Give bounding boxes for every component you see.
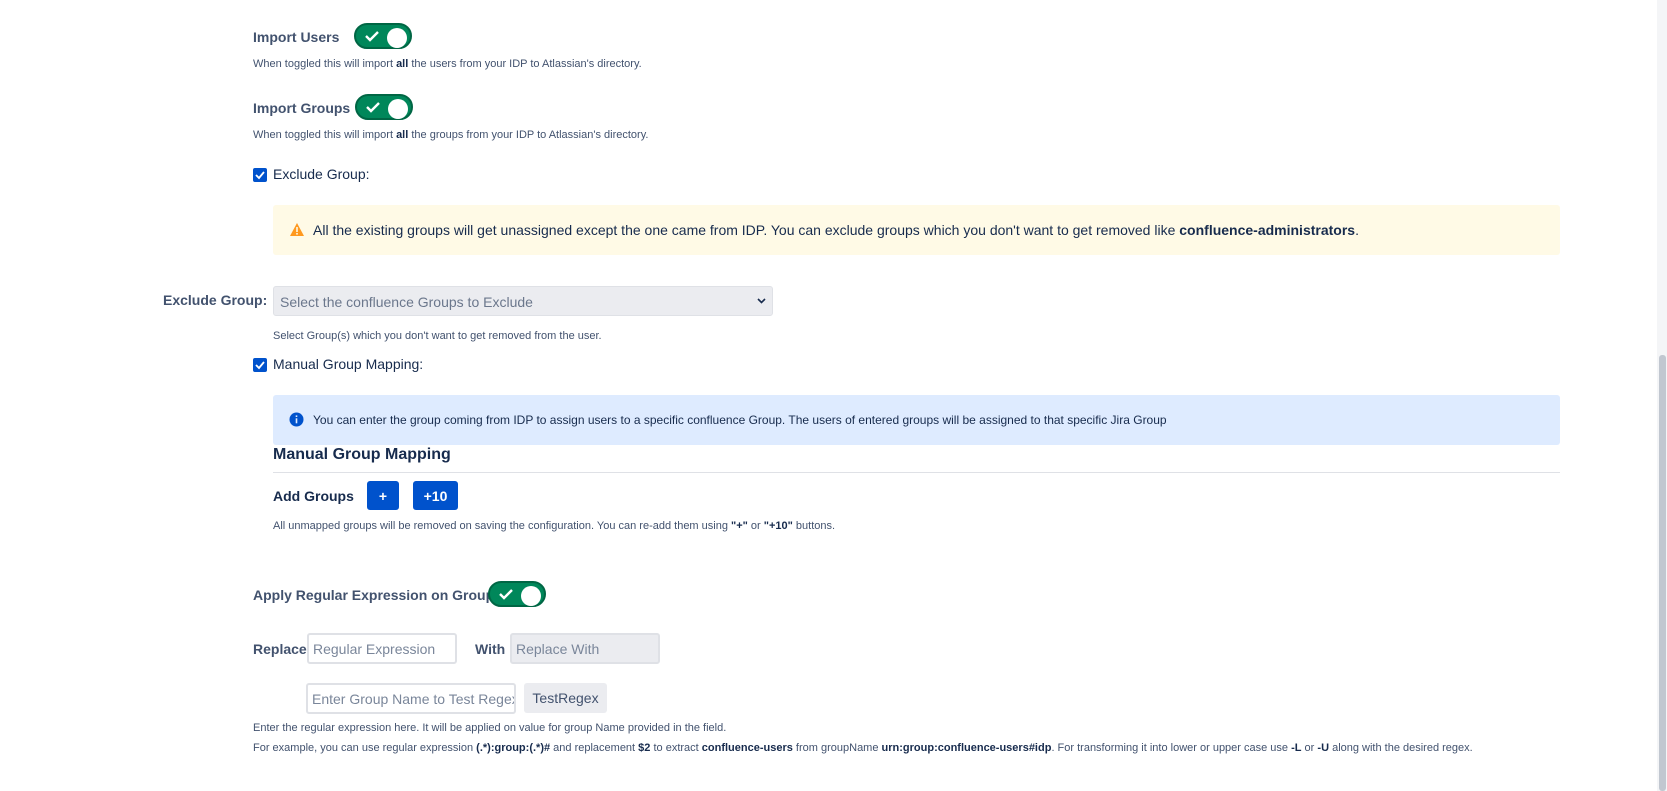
regex-help-1: Enter the regular expression here. It wi…	[253, 722, 727, 734]
info-text: You can enter the group coming from IDP …	[313, 413, 1167, 427]
info-icon	[289, 412, 304, 427]
check-icon	[366, 102, 380, 113]
exclude-group-checkbox[interactable]	[253, 168, 267, 182]
manual-mapping-checkbox-label: Manual Group Mapping:	[273, 356, 424, 372]
regex-help-2: For example, you can use regular express…	[253, 742, 1473, 754]
add-one-group-button[interactable]: +	[367, 481, 399, 510]
warning-text: All the existing groups will get unassig…	[313, 222, 1359, 238]
import-users-label: Import Users	[253, 29, 340, 45]
manual-mapping-help: All unmapped groups will be removed on s…	[273, 520, 836, 532]
check-icon	[365, 31, 379, 42]
warning-icon	[290, 223, 304, 236]
warning-panel: All the existing groups will get unassig…	[273, 205, 1560, 255]
info-panel: You can enter the group coming from IDP …	[273, 395, 1560, 445]
add-groups-label: Add Groups	[273, 488, 354, 504]
test-regex-button[interactable]: TestRegex	[524, 683, 607, 713]
heading-divider	[273, 472, 1560, 473]
replace-label: Replace	[253, 641, 307, 657]
import-users-toggle[interactable]	[354, 23, 412, 49]
manual-mapping-heading: Manual Group Mapping	[273, 446, 451, 463]
exclude-select-label: Exclude Group:	[163, 292, 268, 308]
import-users-help: When toggled this will import all the us…	[253, 58, 642, 70]
exclude-group-select[interactable]: Select the confluence Groups to Exclude	[273, 286, 773, 316]
check-icon	[499, 589, 513, 600]
apply-regex-label: Apply Regular Expression on Groups	[253, 587, 502, 603]
import-groups-toggle[interactable]	[355, 94, 413, 120]
test-group-name-input[interactable]: Enter Group Name to Test Regex	[306, 683, 516, 714]
add-ten-groups-button[interactable]: +10	[413, 481, 458, 510]
manual-mapping-checkbox[interactable]	[253, 358, 267, 372]
apply-regex-toggle[interactable]	[488, 581, 546, 607]
with-label: With	[475, 641, 506, 657]
regex-input[interactable]: Regular Expression	[307, 633, 457, 664]
exclude-group-checkbox-label: Exclude Group:	[273, 166, 370, 182]
import-groups-label: Import Groups	[253, 100, 351, 116]
check-icon	[255, 171, 265, 180]
exclude-select-help: Select Group(s) which you don't want to …	[273, 330, 602, 342]
replace-with-input[interactable]: Replace With	[510, 633, 660, 664]
check-icon	[255, 361, 265, 370]
import-groups-help: When toggled this will import all the gr…	[253, 129, 649, 141]
exclude-select-placeholder: Select the confluence Groups to Exclude	[280, 294, 533, 310]
scrollbar-thumb[interactable]	[1659, 355, 1666, 791]
chevron-down-icon	[757, 298, 766, 304]
